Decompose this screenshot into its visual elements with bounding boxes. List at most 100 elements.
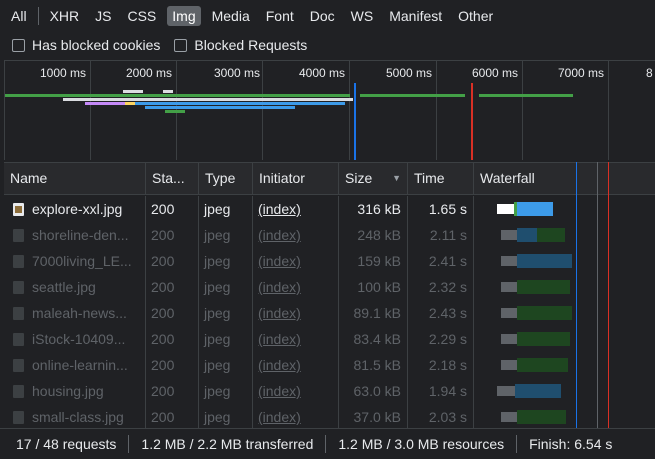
options-bar: Has blocked cookies Blocked Requests — [0, 31, 655, 59]
request-name: 7000living_LE... — [4, 248, 146, 274]
waterfall-wait-bar — [517, 332, 570, 346]
header-time[interactable]: Time — [408, 163, 474, 194]
request-initiator-link[interactable]: (index) — [253, 404, 339, 428]
waterfall-queue-bar — [501, 334, 517, 344]
waterfall-cell[interactable] — [474, 300, 655, 326]
header-name[interactable]: Name — [4, 163, 146, 194]
overview-bar — [165, 110, 185, 113]
request-size: 248 kB — [339, 222, 408, 248]
waterfall-cell[interactable] — [474, 378, 655, 404]
dom-content-loaded-marker — [354, 83, 356, 160]
request-status: 200 — [146, 404, 199, 428]
filter-other[interactable]: Other — [453, 6, 498, 26]
request-initiator-link[interactable]: (index) — [253, 352, 339, 378]
blocked-requests-checkbox[interactable] — [174, 38, 188, 52]
table-row[interactable]: explore-xxl.jpg 200 jpeg (index) 316 kB … — [4, 196, 655, 222]
filter-js[interactable]: JS — [90, 6, 116, 26]
request-size: 100 kB — [339, 274, 408, 300]
header-size-cell[interactable]: Size ▼ — [339, 163, 408, 194]
filter-media[interactable]: Media — [207, 6, 255, 26]
requests-count: 17 / 48 requests — [0, 435, 130, 453]
request-status: 200 — [146, 196, 199, 222]
blocked-requests-option[interactable]: Blocked Requests — [174, 37, 307, 53]
filter-img[interactable]: Img — [167, 5, 201, 26]
request-initiator-link[interactable]: (index) — [253, 300, 339, 326]
request-time: 2.29 s — [408, 326, 474, 352]
request-name: iStock-10409... — [4, 326, 146, 352]
overview-bar — [5, 94, 350, 97]
table-row[interactable]: shoreline-den... 200 jpeg (index) 248 kB… — [4, 222, 655, 248]
header-waterfall[interactable]: Waterfall — [474, 163, 655, 194]
request-status: 200 — [146, 274, 199, 300]
requests-table: Name Sta... Type Initiator Size ▼ Time W… — [4, 162, 655, 428]
waterfall-download-bar — [517, 202, 553, 216]
request-name: maleah-news... — [4, 300, 146, 326]
request-time: 2.11 s — [408, 222, 474, 248]
waterfall-download-bar — [517, 228, 537, 242]
has-blocked-cookies-option[interactable]: Has blocked cookies — [12, 37, 160, 53]
network-overview[interactable]: 1000 ms 2000 ms 3000 ms 4000 ms 5000 ms … — [4, 60, 655, 160]
waterfall-wait-bar — [517, 410, 566, 424]
request-initiator-link[interactable]: (index) — [253, 378, 339, 404]
header-type[interactable]: Type — [199, 163, 253, 194]
waterfall-queue-bar — [501, 282, 517, 292]
overview-tick-label: 6000 ms — [472, 66, 519, 80]
waterfall-queue-bar — [501, 308, 517, 318]
waterfall-wait-bar — [517, 358, 568, 372]
request-initiator-link[interactable]: (index) — [253, 196, 339, 222]
waterfall-cell[interactable] — [474, 222, 655, 248]
overview-tick-label: 2000 ms — [126, 66, 173, 80]
request-type: jpeg — [199, 352, 253, 378]
resources-size: 1.2 MB / 3.0 MB resources — [326, 435, 518, 453]
has-blocked-cookies-checkbox[interactable] — [12, 38, 25, 52]
overview-tick-label: 7000 ms — [558, 66, 605, 80]
type-filter-bar: All XHR JS CSS Img Media Font Doc WS Man… — [0, 0, 655, 31]
request-initiator-link[interactable]: (index) — [253, 274, 339, 300]
waterfall-wait-bar — [517, 306, 572, 320]
waterfall-cell[interactable] — [474, 352, 655, 378]
request-type: jpeg — [199, 222, 253, 248]
waterfall-cell[interactable] — [474, 326, 655, 352]
request-type: jpeg — [199, 404, 253, 428]
request-size: 83.4 kB — [339, 326, 408, 352]
table-row[interactable]: iStock-10409... 200 jpeg (index) 83.4 kB… — [4, 326, 655, 352]
table-row[interactable]: maleah-news... 200 jpeg (index) 89.1 kB … — [4, 300, 655, 326]
waterfall-cell[interactable] — [474, 196, 655, 222]
header-status[interactable]: Sta... — [146, 163, 199, 194]
filter-doc[interactable]: Doc — [305, 6, 340, 26]
waterfall-cell[interactable] — [474, 274, 655, 300]
request-time: 2.32 s — [408, 274, 474, 300]
request-size: 81.5 kB — [339, 352, 408, 378]
request-time: 2.41 s — [408, 248, 474, 274]
blocked-requests-label: Blocked Requests — [194, 37, 308, 53]
overview-tick-label: 8 — [646, 66, 653, 80]
filter-all[interactable]: All — [6, 6, 32, 26]
table-row[interactable]: online-learnin... 200 jpeg (index) 81.5 … — [4, 352, 655, 378]
request-time: 1.94 s — [408, 378, 474, 404]
waterfall-wait-bar — [537, 228, 565, 242]
load-event-marker — [471, 83, 473, 160]
overview-tick-label: 4000 ms — [299, 66, 346, 80]
transferred-size: 1.2 MB / 2.2 MB transferred — [129, 435, 327, 453]
request-initiator-link[interactable]: (index) — [253, 248, 339, 274]
table-row[interactable]: housing.jpg 200 jpeg (index) 63.0 kB 1.9… — [4, 378, 655, 404]
filter-manifest[interactable]: Manifest — [384, 6, 447, 26]
request-initiator-link[interactable]: (index) — [253, 222, 339, 248]
waterfall-cell[interactable] — [474, 248, 655, 274]
network-summary-bar: 17 / 48 requests 1.2 MB / 2.2 MB transfe… — [0, 428, 655, 459]
sort-down-icon: ▼ — [392, 173, 401, 183]
table-row[interactable]: seattle.jpg 200 jpeg (index) 100 kB 2.32… — [4, 274, 655, 300]
filter-font[interactable]: Font — [261, 6, 299, 26]
waterfall-download-bar — [515, 384, 561, 398]
filter-ws[interactable]: WS — [346, 6, 379, 26]
request-initiator-link[interactable]: (index) — [253, 326, 339, 352]
header-initiator[interactable]: Initiator — [253, 163, 339, 194]
table-row[interactable]: 7000living_LE... 200 jpeg (index) 159 kB… — [4, 248, 655, 274]
overview-tick-label: 3000 ms — [214, 66, 261, 80]
waterfall-cell[interactable] — [474, 404, 655, 428]
overview-bar — [85, 102, 125, 105]
table-row[interactable]: small-class.jpg 200 jpeg (index) 37.0 kB… — [4, 404, 655, 428]
filter-xhr[interactable]: XHR — [45, 6, 85, 26]
request-status: 200 — [146, 378, 199, 404]
filter-css[interactable]: CSS — [122, 6, 161, 26]
